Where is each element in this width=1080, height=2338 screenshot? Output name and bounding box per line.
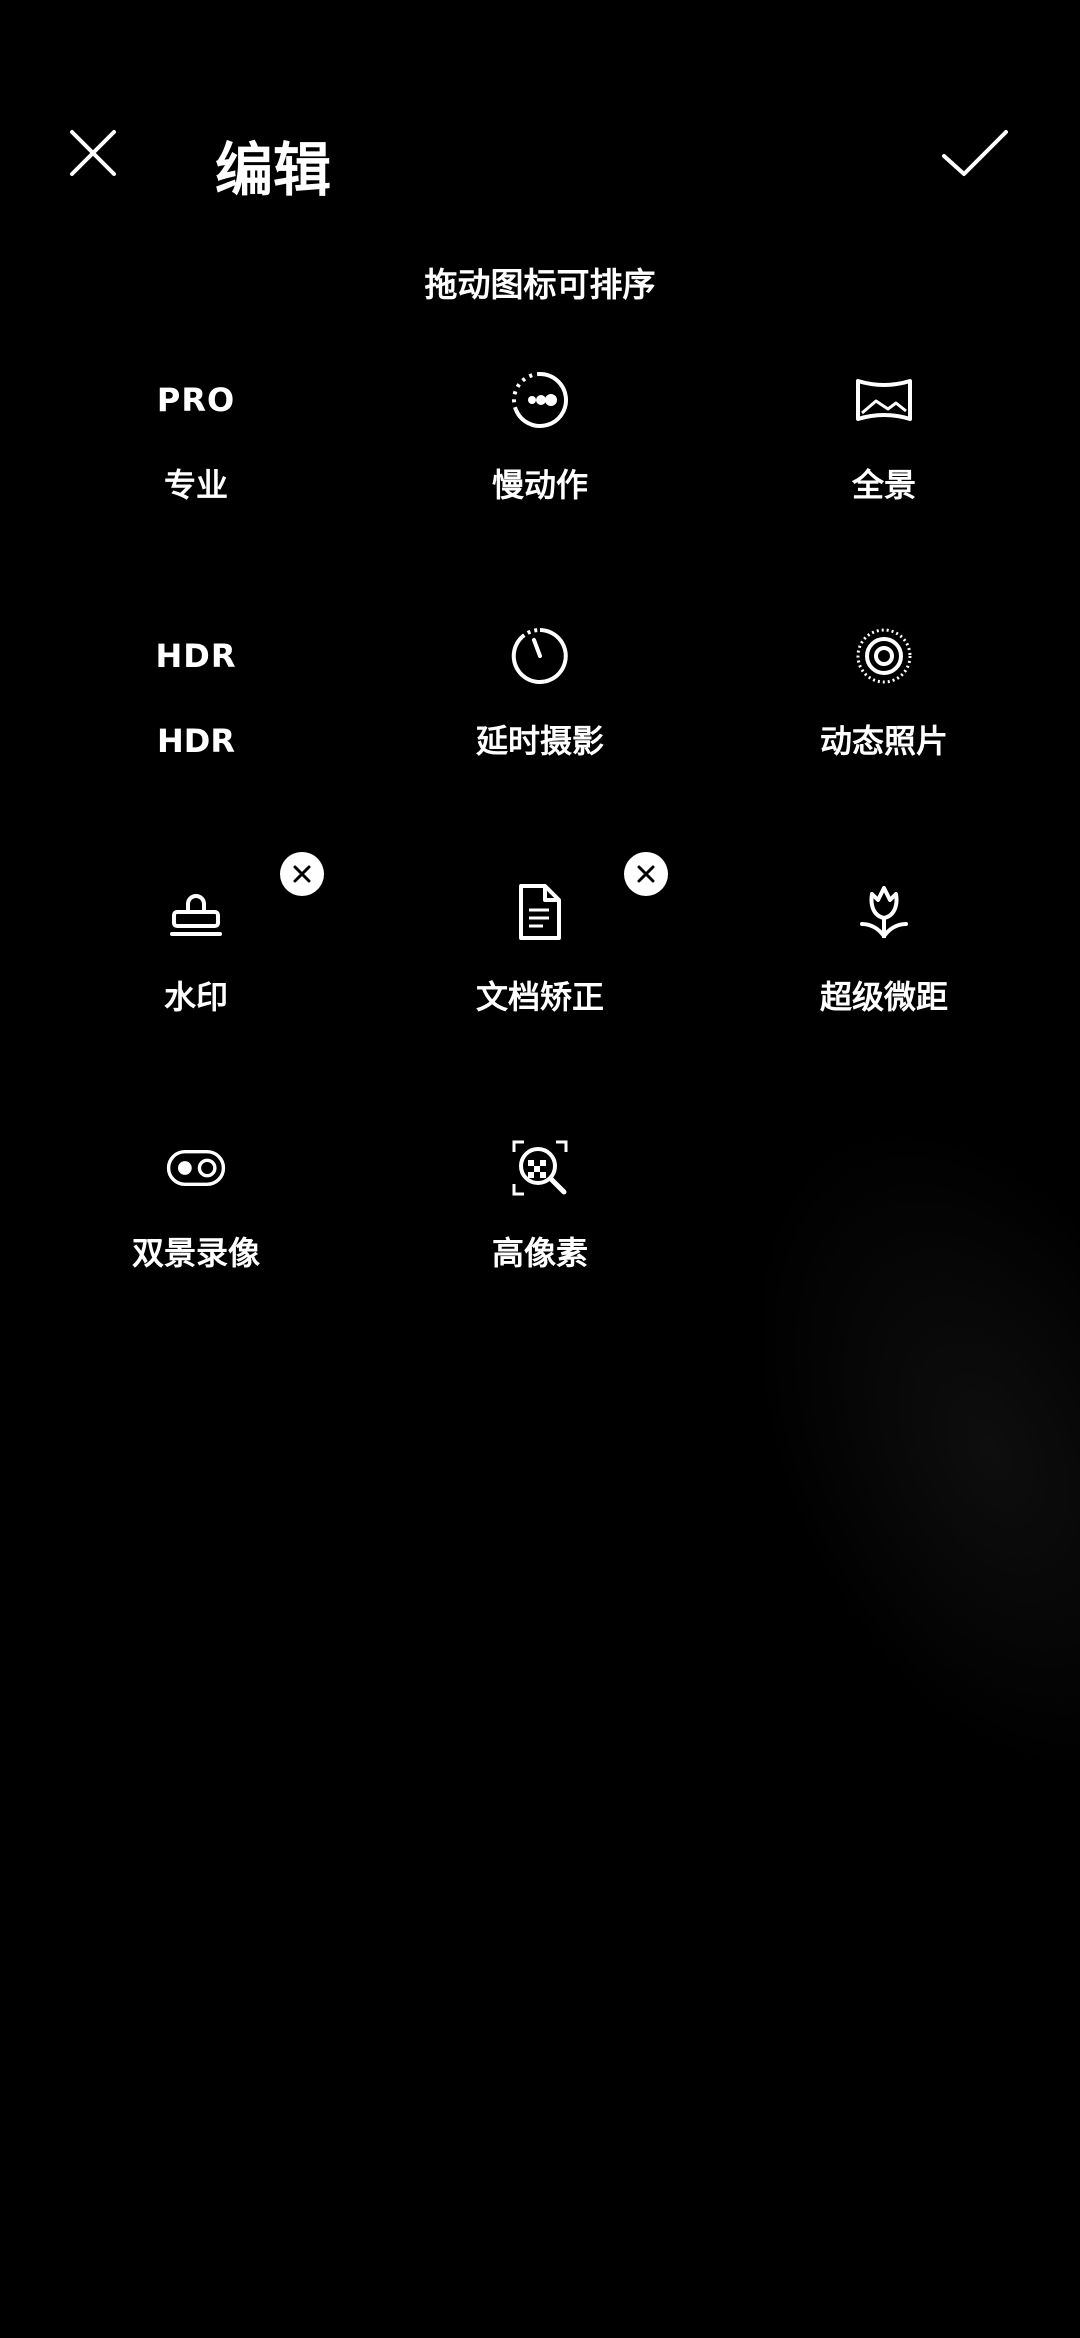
document-icon (519, 884, 561, 940)
timelapse-icon (511, 627, 568, 684)
page-title: 编辑 (215, 136, 332, 204)
close-button[interactable] (68, 128, 148, 208)
mode-tile-hdr[interactable]: HDR HDR (24, 596, 368, 796)
mode-label: 水印 (163, 978, 228, 1016)
mode-tile-timelapse[interactable]: 延时摄影 (368, 596, 712, 796)
panorama-icon (856, 379, 912, 421)
stamp-icon (170, 894, 222, 936)
mode-label: 延时摄影 (475, 722, 604, 760)
confirm-button[interactable] (940, 128, 1030, 208)
mode-tile-panorama[interactable]: 全景 (712, 340, 1056, 540)
dual-view-icon (166, 1150, 226, 1186)
high-pixel-icon (512, 1140, 568, 1196)
mode-tile-pro[interactable]: PRO 专业 (24, 340, 368, 540)
mode-tile-dual-view[interactable]: 双景录像 (24, 1108, 368, 1308)
mode-label: 慢动作 (491, 466, 588, 504)
mode-tile-slow-motion[interactable]: 慢动作 (368, 340, 712, 540)
check-icon (942, 130, 1008, 176)
mode-label: 文档矫正 (475, 978, 604, 1016)
close-icon (70, 130, 116, 176)
header: 编辑 (0, 0, 1080, 260)
mode-label: 专业 (163, 466, 228, 504)
remove-badge[interactable] (624, 852, 668, 896)
mode-tile-watermark[interactable]: 水印 (24, 852, 368, 1052)
remove-x-icon (293, 865, 311, 883)
live-photo-icon (856, 628, 912, 684)
pro-text-icon: PRO (156, 381, 236, 419)
mode-label: 全景 (851, 466, 916, 504)
camera-mode-editor: 编辑 拖动图标可排序 PRO 专业 慢动作 全景 HDR HDR 延时摄影 动态… (0, 0, 1080, 2338)
mode-label: 超级微距 (819, 978, 948, 1016)
mode-label: 高像素 (491, 1234, 588, 1272)
slow-motion-icon (512, 372, 568, 428)
macro-flower-icon (860, 886, 908, 938)
hdr-text-icon: HDR (155, 637, 237, 675)
mode-tile-document[interactable]: 文档矫正 (368, 852, 712, 1052)
remove-badge[interactable] (280, 852, 324, 896)
remove-x-icon (637, 865, 655, 883)
drag-to-sort-hint: 拖动图标可排序 (424, 265, 656, 304)
mode-tile-super-macro[interactable]: 超级微距 (712, 852, 1056, 1052)
background-glow (651, 1044, 1080, 1856)
mode-tile-live-photo[interactable]: 动态照片 (712, 596, 1056, 796)
mode-tile-high-pixel[interactable]: 高像素 (368, 1108, 712, 1308)
mode-label: 双景录像 (131, 1234, 260, 1272)
mode-label: 动态照片 (819, 722, 948, 760)
mode-label: HDR (157, 722, 235, 760)
